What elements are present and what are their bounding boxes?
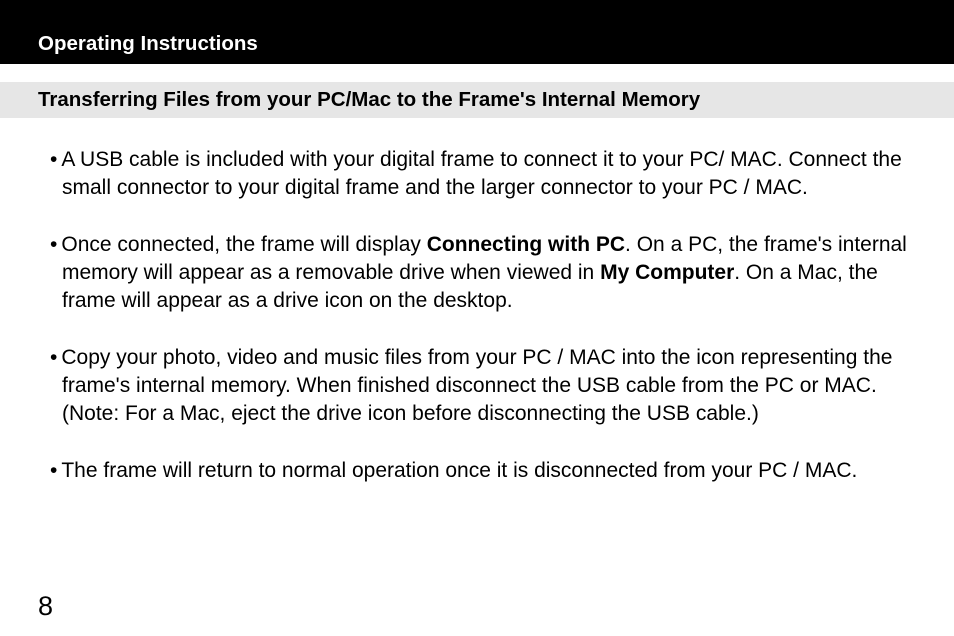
- bold-text: My Computer: [600, 261, 734, 284]
- content-area: •A USB cable is included with your digit…: [0, 118, 954, 485]
- bold-text: Connecting with PC: [427, 233, 625, 256]
- page-number: 8: [38, 591, 53, 622]
- bullet-dot-icon: •: [50, 459, 57, 482]
- bullet-dot-icon: •: [50, 148, 57, 171]
- bullet-dot-icon: •: [50, 346, 57, 369]
- bullet-text: Copy your photo, video and music files f…: [61, 346, 892, 426]
- section-subheader: Transferring Files from your PC/Mac to t…: [0, 82, 954, 118]
- bullet-item: •A USB cable is included with your digit…: [38, 146, 924, 203]
- bullet-text: Once connected, the frame will display: [61, 233, 426, 256]
- bullet-text: The frame will return to normal operatio…: [61, 459, 857, 482]
- bullet-item: •The frame will return to normal operati…: [38, 457, 924, 485]
- bullet-item: •Copy your photo, video and music files …: [38, 344, 924, 429]
- bullet-text: A USB cable is included with your digita…: [61, 148, 901, 199]
- bullet-dot-icon: •: [50, 233, 57, 256]
- bullet-item: •Once connected, the frame will display …: [38, 231, 924, 316]
- page-header: Operating Instructions: [0, 0, 954, 64]
